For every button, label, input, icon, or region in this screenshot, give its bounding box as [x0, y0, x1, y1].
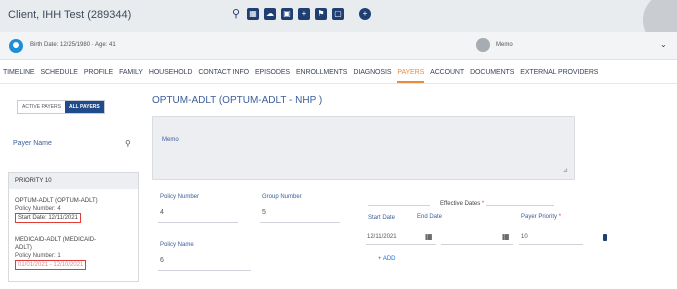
client-title: Client, IHH Test (289344) [8, 9, 132, 21]
payer-name-sort-label[interactable]: Payer Name [13, 140, 52, 147]
cloud-icon[interactable]: ☁ [264, 8, 276, 20]
policy-number-label: Policy Number [160, 194, 200, 200]
payer-priority-underline [519, 244, 583, 245]
payer-title: OPTUM-ADLT (OPTUM-ADLT - NHP ) [152, 95, 323, 106]
memo-textarea[interactable]: Memo ⊿ [152, 116, 575, 180]
payer-filter-toggle: ACTIVE PAYERS ALL PAYERS [17, 100, 105, 114]
list-item[interactable]: OPTUM-ADLT (OPTUM-ADLT) Policy Number: 4… [15, 197, 98, 223]
calendar-icon[interactable]: ▦ [425, 232, 433, 241]
add-date-link[interactable]: + ADD [378, 256, 396, 262]
start-date-input[interactable]: 12/11/2021 [367, 234, 397, 240]
payer-list-panel: ACTIVE PAYERS ALL PAYERS Payer Name ⚲ PR… [8, 92, 139, 282]
end-date-label: End Date [417, 214, 443, 220]
client-avatar-icon [9, 39, 23, 53]
chevron-down-icon[interactable]: ⌄ [660, 40, 667, 49]
tab-episodes[interactable]: EPISODES [255, 64, 290, 83]
memo-toggle[interactable] [476, 38, 490, 52]
trash-icon[interactable] [603, 234, 607, 241]
tab-account[interactable]: ACCOUNT [430, 64, 464, 83]
policy-name-label: Policy Name [160, 242, 194, 248]
end-date-underline [441, 244, 513, 245]
payer-item-policy: Policy Number: 1 [15, 253, 61, 259]
effective-dates-line-right [486, 205, 554, 206]
tab-contact-info[interactable]: CONTACT INFO [198, 64, 249, 83]
policy-number-underline [158, 222, 238, 223]
tab-schedule[interactable]: SCHEDULE [40, 64, 77, 83]
memo-label: Memo [162, 137, 179, 143]
add-circle-icon[interactable]: + [359, 8, 371, 20]
all-payers-button[interactable]: ALL PAYERS [65, 101, 104, 113]
effective-dates-line-left [368, 205, 430, 206]
plus-square-icon[interactable]: + [298, 8, 310, 20]
birth-date-text: Birth Date: 12/25/1980 · Age: 41 [30, 42, 116, 48]
tab-timeline[interactable]: TIMELINE [3, 64, 35, 83]
payer-list: PRIORITY 10 OPTUM-ADLT (OPTUM-ADLT) Poli… [8, 172, 139, 282]
tab-documents[interactable]: DOCUMENTS [470, 64, 514, 83]
folder-icon[interactable]: ▣ [281, 8, 293, 20]
notification-icon[interactable]: ⚑ [315, 8, 327, 20]
calendar-icon[interactable]: ▦ [247, 8, 259, 20]
tab-family[interactable]: FAMILY [119, 64, 143, 83]
group-number-label: Group Number [262, 194, 302, 200]
start-date-label: Start Date [368, 215, 396, 221]
payer-item-date: Start Date: 12/11/2021 [15, 213, 81, 223]
toolbar: ⚲ ▦ ☁ ▣ + ⚑ ▢ + [230, 8, 371, 24]
resize-handle-icon[interactable]: ⊿ [563, 167, 568, 174]
group-number-underline [260, 222, 340, 223]
payer-priority-input[interactable]: 10 [521, 234, 528, 240]
group-number-input[interactable]: 5 [262, 209, 266, 216]
list-item[interactable]: MEDICAID-ADLT (MEDICAID- ADLT) Policy Nu… [15, 236, 96, 270]
policy-name-input[interactable]: 6 [160, 257, 164, 264]
calendar-icon[interactable]: ▦ [502, 232, 510, 241]
policy-name-underline [158, 270, 251, 271]
tab-household[interactable]: HOUSEHOLD [149, 64, 193, 83]
payer-priority-label: Payer Priority * [521, 214, 562, 220]
payer-item-name: OPTUM-ADLT (OPTUM-ADLT) [15, 198, 98, 204]
tab-profile[interactable]: PROFILE [84, 64, 113, 83]
policy-number-input[interactable]: 4 [160, 209, 164, 216]
payer-item-policy: Policy Number: 4 [15, 206, 61, 212]
tab-diagnosis[interactable]: DIAGNOSIS [353, 64, 391, 83]
search-icon[interactable]: ⚲ [125, 139, 131, 148]
title-bar: Client, IHH Test (289344) ⚲ ▦ ☁ ▣ + ⚑ ▢ … [0, 0, 677, 48]
start-date-underline [366, 244, 436, 245]
search-icon[interactable]: ⚲ [230, 8, 242, 20]
priority-group-header: PRIORITY 10 [9, 173, 138, 189]
payer-item-date: 01/01/2021 - 12/10/2021 [15, 260, 87, 270]
effective-dates-label: Effective Dates * [440, 201, 485, 207]
memo-toggle-group[interactable]: Memo [476, 38, 513, 52]
message-icon[interactable]: ▢ [332, 8, 344, 20]
payer-item-name-cont: ADLT) [15, 245, 32, 251]
nav-tabs: TIMELINE SCHEDULE PROFILE FAMILY HOUSEHO… [0, 64, 677, 84]
tab-enrollments[interactable]: ENROLLMENTS [296, 64, 348, 83]
payer-item-name: MEDICAID-ADLT (MEDICAID- [15, 237, 97, 243]
tab-payers[interactable]: PAYERS [397, 64, 424, 83]
tab-external-providers[interactable]: EXTERNAL PROVIDERS [520, 64, 598, 83]
memo-toggle-label: Memo [496, 42, 513, 48]
active-payers-button[interactable]: ACTIVE PAYERS [18, 101, 65, 113]
